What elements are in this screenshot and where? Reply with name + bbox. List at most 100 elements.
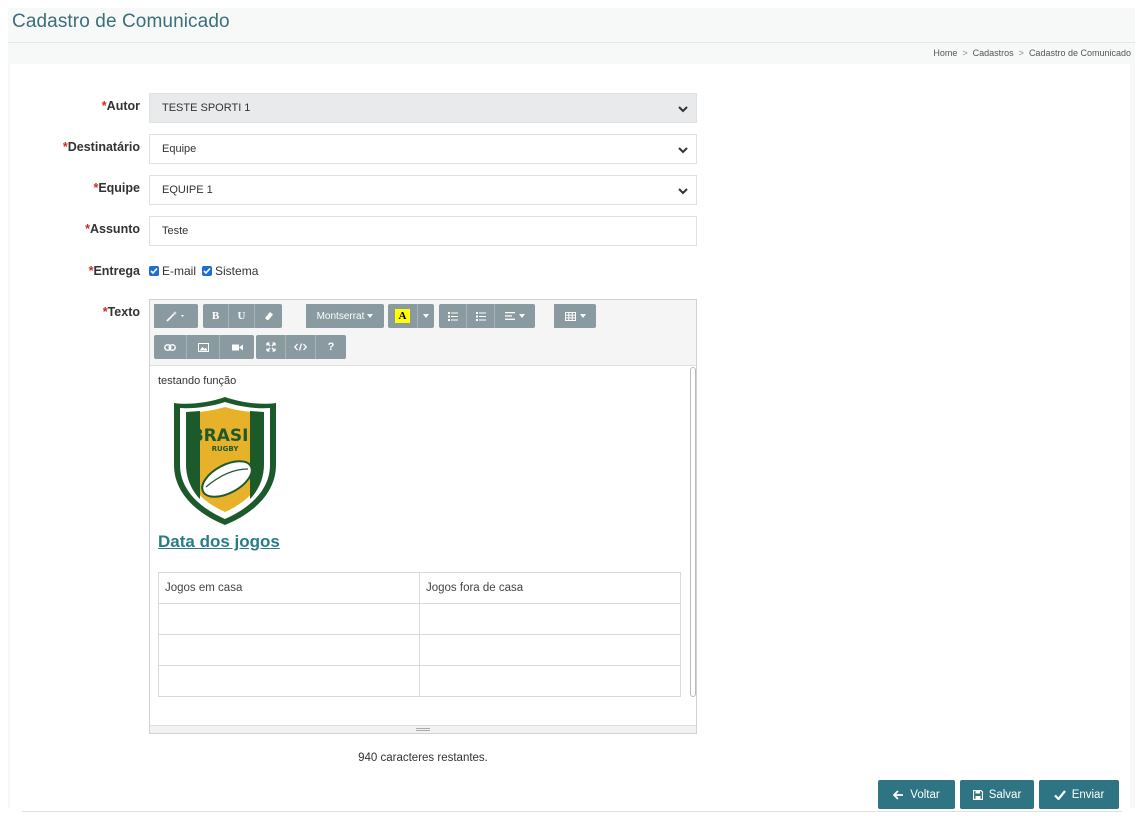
table-cell[interactable]	[419, 665, 681, 697]
caret-down-icon	[519, 314, 525, 318]
chevron-down-icon	[678, 147, 688, 154]
fullscreen-icon	[265, 342, 276, 352]
logo-text-brasil: BRASIL	[191, 426, 260, 446]
content-paragraph: testando função	[158, 375, 237, 387]
table-header-cell[interactable]: Jogos fora de casa	[419, 572, 681, 604]
title-divider	[8, 42, 1135, 43]
style-dropdown-button[interactable]	[154, 304, 198, 328]
email-checkbox[interactable]	[149, 266, 159, 276]
breadcrumb-separator: >	[962, 48, 968, 58]
table-cell[interactable]	[158, 603, 420, 635]
color-group: A	[388, 304, 434, 328]
table-cell[interactable]	[158, 665, 420, 697]
style-group	[154, 304, 198, 328]
breadcrumb-separator: >	[1018, 48, 1024, 58]
checkmark-icon	[1053, 789, 1066, 800]
save-button-label: Salvar	[988, 788, 1022, 801]
save-button[interactable]: Salvar	[960, 780, 1034, 809]
back-button[interactable]: Voltar	[878, 780, 955, 809]
email-checkbox-option[interactable]: E-mail	[149, 264, 196, 278]
table-cell[interactable]	[158, 634, 420, 666]
help-button[interactable]: ?	[316, 335, 346, 359]
fullscreen-button[interactable]	[256, 335, 286, 359]
image-button[interactable]	[187, 335, 220, 359]
table-row: Jogos em casa Jogos fora de casa	[158, 572, 681, 604]
assunto-value: Teste	[162, 225, 189, 237]
chevron-down-icon	[678, 188, 688, 195]
equipe-label-text: Equipe	[98, 181, 140, 195]
rich-text-editor: B U Montserrat A ? testando função BRASI…	[149, 299, 697, 734]
bullet-list-icon	[447, 311, 458, 321]
resize-grip-icon	[416, 728, 430, 731]
highlight-color-swatch: A	[395, 309, 410, 323]
ordered-list-button[interactable]	[467, 304, 495, 328]
equipe-select[interactable]: EQUIPE 1	[149, 175, 697, 205]
breadcrumb-current: Cadastro de Comunicado	[1028, 48, 1131, 58]
arrow-left-icon	[893, 789, 904, 800]
autor-value: TESTE SPORTI 1	[162, 102, 251, 114]
autor-label: *Autor	[0, 99, 140, 113]
destinatario-value: Equipe	[162, 143, 197, 155]
editor-resize-handle[interactable]	[150, 725, 696, 733]
numbered-list-icon	[475, 311, 486, 321]
font-name-group: Montserrat	[306, 304, 384, 328]
editor-content[interactable]: testando função BRASIL RUGBY Data dos jo…	[150, 367, 688, 724]
autor-label-text: Autor	[106, 99, 140, 113]
destinatario-select[interactable]: Equipe	[149, 134, 697, 164]
check-icon	[150, 267, 158, 275]
page-title: Cadastro de Comunicado	[12, 11, 230, 32]
email-checkbox-label: E-mail	[162, 264, 197, 278]
image-icon	[197, 342, 209, 352]
table-cell[interactable]	[419, 603, 681, 635]
video-button[interactable]	[220, 335, 254, 359]
assunto-label: *Assunto	[0, 222, 140, 236]
color-dropdown-button[interactable]	[418, 304, 434, 328]
back-button-label: Voltar	[910, 788, 940, 801]
editor-scrollbar[interactable]	[690, 367, 696, 697]
table-icon	[564, 311, 576, 321]
font-name-dropdown[interactable]: Montserrat	[306, 304, 384, 328]
breadcrumb-home[interactable]: Home	[933, 48, 957, 58]
font-style-group: B U	[203, 304, 282, 328]
code-view-button[interactable]	[286, 335, 316, 359]
chevron-down-icon	[678, 106, 688, 113]
scrollbar-thumb[interactable]	[690, 367, 696, 697]
send-button[interactable]: Enviar	[1039, 780, 1119, 809]
breadcrumb-cadastros[interactable]: Cadastros	[973, 48, 1014, 58]
autor-select[interactable]: TESTE SPORTI 1	[149, 93, 697, 123]
panel-bottom-border	[22, 811, 1122, 812]
eraser-icon	[264, 312, 273, 320]
view-group: ?	[256, 335, 346, 359]
character-counter: 940 caracteres restantes.	[358, 752, 488, 764]
sistema-checkbox-label: Sistema	[215, 264, 259, 278]
caret-down-icon	[367, 314, 374, 318]
unordered-list-button[interactable]	[439, 304, 467, 328]
entrega-label-text: Entrega	[93, 264, 140, 278]
underline-button[interactable]: U	[229, 304, 255, 328]
video-icon	[231, 344, 243, 350]
destinatario-label-text: Destinatário	[67, 140, 140, 154]
table-row	[158, 665, 681, 697]
sistema-checkbox[interactable]	[202, 266, 213, 276]
logo-text-rugby: RUGBY	[212, 445, 240, 453]
code-icon	[294, 343, 307, 351]
insert-group	[154, 335, 254, 359]
texto-label-text: Texto	[107, 305, 140, 319]
sistema-checkbox-option[interactable]: Sistema	[202, 264, 258, 278]
floppy-disk-icon	[972, 789, 983, 800]
align-dropdown-button[interactable]	[495, 304, 535, 328]
link-button[interactable]	[154, 335, 187, 359]
eraser-button[interactable]	[255, 304, 282, 328]
games-table: Jogos em casa Jogos fora de casa	[158, 572, 681, 697]
entrega-options: E-mail Sistema	[149, 264, 264, 278]
equipe-label: *Equipe	[0, 181, 140, 195]
table-header-cell[interactable]: Jogos em casa	[158, 572, 420, 604]
table-dropdown-button[interactable]	[554, 304, 596, 328]
highlight-color-button[interactable]: A	[388, 304, 418, 328]
table-cell[interactable]	[419, 634, 681, 666]
table-row	[158, 634, 681, 666]
assunto-input[interactable]: Teste	[149, 216, 697, 246]
entrega-label: *Entrega	[0, 264, 140, 278]
bold-button[interactable]: B	[203, 304, 229, 328]
content-heading: Data dos jogos	[158, 532, 280, 551]
